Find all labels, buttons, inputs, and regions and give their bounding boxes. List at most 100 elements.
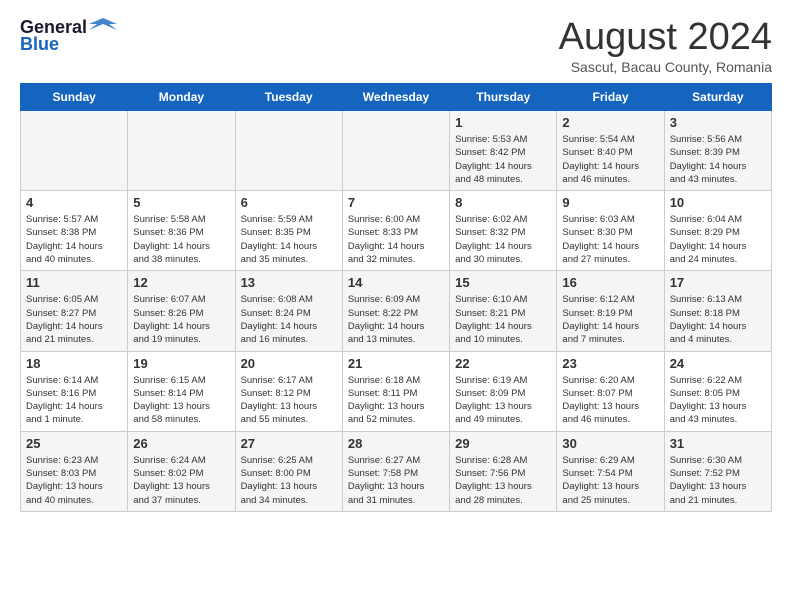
calendar-day-cell: 8 Sunrise: 6:02 AM Sunset: 8:32 PM Daylig… bbox=[450, 191, 557, 271]
calendar-empty-cell bbox=[342, 111, 449, 191]
day-number: 4 bbox=[26, 195, 122, 210]
calendar-week-row: 25Sunrise: 6:23 AM Sunset: 8:03 PM Dayli… bbox=[21, 431, 772, 511]
day-of-week-header: Wednesday bbox=[342, 84, 449, 111]
calendar-day-cell: 25Sunrise: 6:23 AM Sunset: 8:03 PM Dayli… bbox=[21, 431, 128, 511]
day-of-week-header: Thursday bbox=[450, 84, 557, 111]
calendar-day-cell: 22 Sunrise: 6:19 AM Sunset: 8:09 PM Dayli… bbox=[450, 351, 557, 431]
calendar-empty-cell bbox=[128, 111, 235, 191]
day-info: Sunrise: 6:12 AM Sunset: 8:19 PM Dayligh… bbox=[562, 293, 658, 346]
calendar-day-cell: 31 Sunrise: 6:30 AM Sunset: 7:52 PM Dayli… bbox=[664, 431, 771, 511]
day-info: Sunrise: 6:00 AM Sunset: 8:33 PM Dayligh… bbox=[348, 213, 444, 266]
day-of-week-header: Sunday bbox=[21, 84, 128, 111]
calendar-day-cell: 3 Sunrise: 5:56 AM Sunset: 8:39 PM Daylig… bbox=[664, 111, 771, 191]
calendar-day-cell: 19Sunrise: 6:15 AM Sunset: 8:14 PM Dayli… bbox=[128, 351, 235, 431]
calendar-header-row: SundayMondayTuesdayWednesdayThursdayFrid… bbox=[21, 84, 772, 111]
day-number: 26 bbox=[133, 436, 229, 451]
day-info: Sunrise: 6:05 AM Sunset: 8:27 PM Dayligh… bbox=[26, 293, 122, 346]
calendar-day-cell: 6 Sunrise: 5:59 AM Sunset: 8:35 PM Daylig… bbox=[235, 191, 342, 271]
day-info: Sunrise: 5:58 AM Sunset: 8:36 PM Dayligh… bbox=[133, 213, 229, 266]
calendar-day-cell: 21 Sunrise: 6:18 AM Sunset: 8:11 PM Dayli… bbox=[342, 351, 449, 431]
calendar-empty-cell bbox=[235, 111, 342, 191]
day-number: 11 bbox=[26, 275, 122, 290]
day-info: Sunrise: 5:53 AM Sunset: 8:42 PM Dayligh… bbox=[455, 133, 551, 186]
day-info: Sunrise: 6:10 AM Sunset: 8:21 PM Dayligh… bbox=[455, 293, 551, 346]
calendar-day-cell: 15Sunrise: 6:10 AM Sunset: 8:21 PM Dayli… bbox=[450, 271, 557, 351]
day-of-week-header: Tuesday bbox=[235, 84, 342, 111]
title-block: August 2024 Sascut, Bacau County, Romani… bbox=[559, 16, 772, 75]
calendar-week-row: 4 Sunrise: 5:57 AM Sunset: 8:38 PM Daylig… bbox=[21, 191, 772, 271]
day-number: 31 bbox=[670, 436, 766, 451]
day-info: Sunrise: 6:25 AM Sunset: 8:00 PM Dayligh… bbox=[241, 454, 337, 507]
calendar-empty-cell bbox=[21, 111, 128, 191]
day-info: Sunrise: 6:15 AM Sunset: 8:14 PM Dayligh… bbox=[133, 374, 229, 427]
day-number: 10 bbox=[670, 195, 766, 210]
calendar-day-cell: 4 Sunrise: 5:57 AM Sunset: 8:38 PM Daylig… bbox=[21, 191, 128, 271]
day-number: 24 bbox=[670, 356, 766, 371]
calendar-day-cell: 10 Sunrise: 6:04 AM Sunset: 8:29 PM Dayli… bbox=[664, 191, 771, 271]
day-number: 5 bbox=[133, 195, 229, 210]
day-number: 30 bbox=[562, 436, 658, 451]
calendar-day-cell: 14 Sunrise: 6:09 AM Sunset: 8:22 PM Dayli… bbox=[342, 271, 449, 351]
calendar-day-cell: 30 Sunrise: 6:29 AM Sunset: 7:54 PM Dayli… bbox=[557, 431, 664, 511]
logo: General Blue bbox=[20, 16, 117, 55]
day-info: Sunrise: 6:17 AM Sunset: 8:12 PM Dayligh… bbox=[241, 374, 337, 427]
calendar-day-cell: 9 Sunrise: 6:03 AM Sunset: 8:30 PM Daylig… bbox=[557, 191, 664, 271]
day-info: Sunrise: 6:28 AM Sunset: 7:56 PM Dayligh… bbox=[455, 454, 551, 507]
calendar-day-cell: 26 Sunrise: 6:24 AM Sunset: 8:02 PM Dayli… bbox=[128, 431, 235, 511]
day-info: Sunrise: 6:19 AM Sunset: 8:09 PM Dayligh… bbox=[455, 374, 551, 427]
day-number: 29 bbox=[455, 436, 551, 451]
day-info: Sunrise: 6:07 AM Sunset: 8:26 PM Dayligh… bbox=[133, 293, 229, 346]
day-number: 1 bbox=[455, 115, 551, 130]
calendar-day-cell: 5 Sunrise: 5:58 AM Sunset: 8:36 PM Daylig… bbox=[128, 191, 235, 271]
calendar-day-cell: 12 Sunrise: 6:07 AM Sunset: 8:26 PM Dayli… bbox=[128, 271, 235, 351]
day-info: Sunrise: 6:20 AM Sunset: 8:07 PM Dayligh… bbox=[562, 374, 658, 427]
calendar-day-cell: 24 Sunrise: 6:22 AM Sunset: 8:05 PM Dayli… bbox=[664, 351, 771, 431]
day-number: 27 bbox=[241, 436, 337, 451]
calendar-day-cell: 29 Sunrise: 6:28 AM Sunset: 7:56 PM Dayli… bbox=[450, 431, 557, 511]
day-number: 17 bbox=[670, 275, 766, 290]
day-info: Sunrise: 6:22 AM Sunset: 8:05 PM Dayligh… bbox=[670, 374, 766, 427]
day-of-week-header: Friday bbox=[557, 84, 664, 111]
calendar-day-cell: 28 Sunrise: 6:27 AM Sunset: 7:58 PM Dayli… bbox=[342, 431, 449, 511]
calendar-day-cell: 2Sunrise: 5:54 AM Sunset: 8:40 PM Daylig… bbox=[557, 111, 664, 191]
day-number: 3 bbox=[670, 115, 766, 130]
day-info: Sunrise: 5:54 AM Sunset: 8:40 PM Dayligh… bbox=[562, 133, 658, 186]
day-info: Sunrise: 6:03 AM Sunset: 8:30 PM Dayligh… bbox=[562, 213, 658, 266]
day-info: Sunrise: 6:13 AM Sunset: 8:18 PM Dayligh… bbox=[670, 293, 766, 346]
day-number: 12 bbox=[133, 275, 229, 290]
day-number: 6 bbox=[241, 195, 337, 210]
logo-bird-icon bbox=[89, 16, 117, 38]
day-info: Sunrise: 6:04 AM Sunset: 8:29 PM Dayligh… bbox=[670, 213, 766, 266]
month-title: August 2024 bbox=[559, 16, 772, 59]
day-number: 22 bbox=[455, 356, 551, 371]
day-info: Sunrise: 6:14 AM Sunset: 8:16 PM Dayligh… bbox=[26, 374, 122, 427]
day-info: Sunrise: 6:27 AM Sunset: 7:58 PM Dayligh… bbox=[348, 454, 444, 507]
day-number: 9 bbox=[562, 195, 658, 210]
day-number: 21 bbox=[348, 356, 444, 371]
calendar-day-cell: 16Sunrise: 6:12 AM Sunset: 8:19 PM Dayli… bbox=[557, 271, 664, 351]
day-info: Sunrise: 6:02 AM Sunset: 8:32 PM Dayligh… bbox=[455, 213, 551, 266]
day-info: Sunrise: 6:18 AM Sunset: 8:11 PM Dayligh… bbox=[348, 374, 444, 427]
calendar-week-row: 1 Sunrise: 5:53 AM Sunset: 8:42 PM Daylig… bbox=[21, 111, 772, 191]
header: General Blue August 2024 Sascut, Bacau C… bbox=[20, 16, 772, 75]
day-info: Sunrise: 5:59 AM Sunset: 8:35 PM Dayligh… bbox=[241, 213, 337, 266]
day-of-week-header: Monday bbox=[128, 84, 235, 111]
day-info: Sunrise: 6:09 AM Sunset: 8:22 PM Dayligh… bbox=[348, 293, 444, 346]
day-number: 23 bbox=[562, 356, 658, 371]
subtitle: Sascut, Bacau County, Romania bbox=[559, 59, 772, 75]
day-info: Sunrise: 6:24 AM Sunset: 8:02 PM Dayligh… bbox=[133, 454, 229, 507]
day-number: 28 bbox=[348, 436, 444, 451]
day-number: 13 bbox=[241, 275, 337, 290]
day-info: Sunrise: 5:57 AM Sunset: 8:38 PM Dayligh… bbox=[26, 213, 122, 266]
day-number: 8 bbox=[455, 195, 551, 210]
day-info: Sunrise: 6:29 AM Sunset: 7:54 PM Dayligh… bbox=[562, 454, 658, 507]
day-number: 25 bbox=[26, 436, 122, 451]
calendar-day-cell: 17 Sunrise: 6:13 AM Sunset: 8:18 PM Dayli… bbox=[664, 271, 771, 351]
calendar-day-cell: 7 Sunrise: 6:00 AM Sunset: 8:33 PM Daylig… bbox=[342, 191, 449, 271]
day-number: 7 bbox=[348, 195, 444, 210]
calendar-day-cell: 27 Sunrise: 6:25 AM Sunset: 8:00 PM Dayli… bbox=[235, 431, 342, 511]
day-number: 14 bbox=[348, 275, 444, 290]
calendar-week-row: 18Sunrise: 6:14 AM Sunset: 8:16 PM Dayli… bbox=[21, 351, 772, 431]
day-info: Sunrise: 5:56 AM Sunset: 8:39 PM Dayligh… bbox=[670, 133, 766, 186]
day-info: Sunrise: 6:30 AM Sunset: 7:52 PM Dayligh… bbox=[670, 454, 766, 507]
